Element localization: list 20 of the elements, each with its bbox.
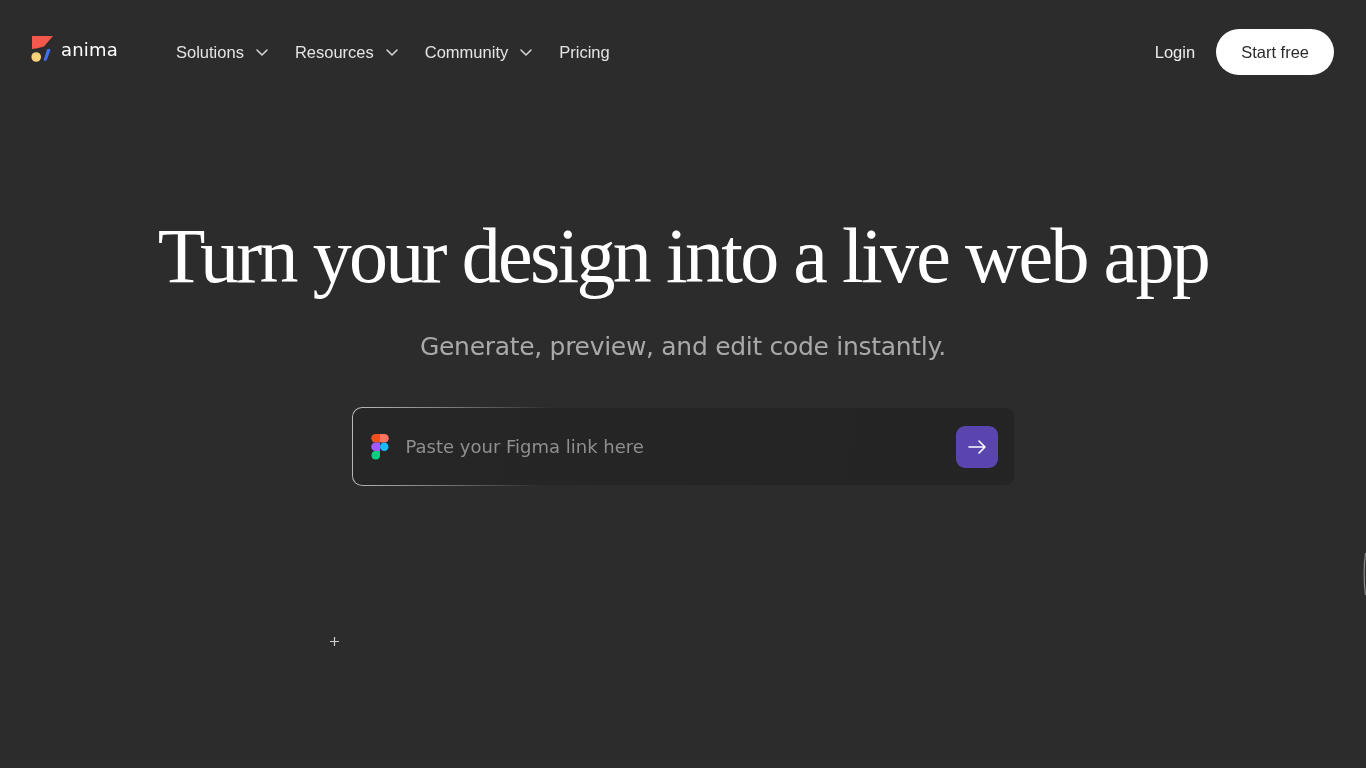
logo-mark-icon [31, 36, 55, 62]
arc-icon [1362, 552, 1366, 596]
chevron-down-icon [520, 48, 533, 56]
nav-link[interactable]: Resources [294, 42, 398, 62]
start-free-button[interactable]: Start free [1216, 29, 1334, 75]
nav-link[interactable]: Community [424, 42, 533, 62]
logo-wordmark[interactable]: anima [61, 38, 118, 60]
arrow-right-icon [967, 439, 986, 454]
figma-link-field[interactable]: Paste your Figma link here [405, 408, 940, 485]
submit-button[interactable] [955, 425, 998, 468]
chevron-down-icon [385, 48, 398, 56]
plus-icon [330, 637, 339, 646]
nav-link[interactable]: Pricing [559, 42, 610, 62]
nav-link[interactable]: Solutions [176, 42, 268, 62]
figma-logo-icon [370, 433, 389, 460]
login-link[interactable]: Login [1154, 42, 1196, 62]
link-input-bar[interactable]: Paste your Figma link here [351, 407, 1015, 486]
hero-subtitle: Generate, preview, and edit code instantly. [419, 332, 947, 361]
hero-heading: Turn your design into a live web app [157, 211, 1209, 301]
chevron-down-icon [255, 48, 268, 56]
